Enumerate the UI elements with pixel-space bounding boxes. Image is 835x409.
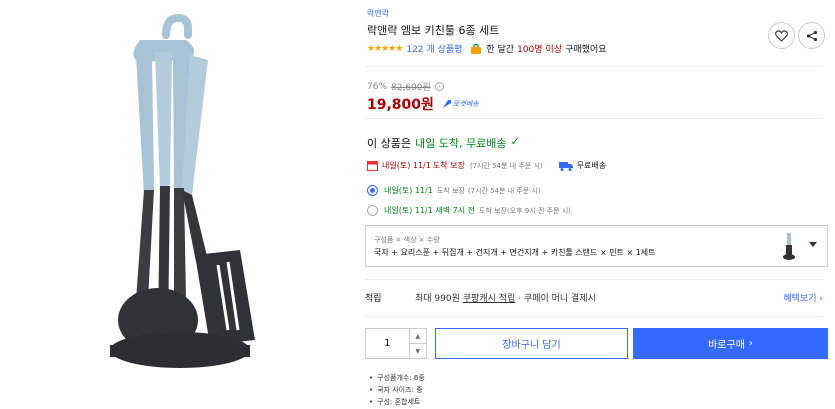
divider (365, 279, 823, 280)
radio-unselected[interactable] (367, 205, 378, 216)
rocket-icon (441, 100, 451, 108)
delivery-date: 내일(토) 11/1 (382, 161, 431, 170)
option-select-label: 구성품 × 색상 × 수량 (374, 236, 440, 244)
points-row: 적립 최대 990원 쿠팡캐시 적립 · 쿠페이 머니 결제시 혜택보기 › (365, 291, 828, 304)
benefits-link[interactable]: 혜택보기 › (783, 291, 823, 304)
info-icon[interactable]: i (434, 82, 444, 91)
chevron-right-icon: › (748, 338, 753, 349)
spec-item: 국자 사이즈: 중 (369, 384, 425, 396)
rocket-badge: 로켓배송 (441, 99, 479, 109)
wishlist-button[interactable] (768, 22, 795, 49)
option-select[interactable]: 구성품 × 색상 × 수량 국자 + 요리스푼 + 뒤집개 + 건지개 + 면건… (365, 225, 828, 267)
option-thumbnail (783, 233, 795, 260)
heart-icon (775, 29, 788, 42)
review-count-link[interactable]: 122 개 상품평 (406, 42, 462, 55)
rating-row: ★★★★★ 122 개 상품평 한 달간 100명 이상 구매했어요 (367, 42, 607, 55)
share-button[interactable] (798, 22, 825, 49)
purchase-suffix: 구매했어요 (565, 45, 607, 55)
shipping-option[interactable]: 내일(토) 11/1 새벽 7시 전 도착 보장 (오후 9시 전 주문 시) (367, 205, 571, 216)
delivery-note: (7시간 54분 내 주문 시) (469, 161, 543, 170)
chevron-down-icon (809, 242, 817, 247)
truck-icon (558, 161, 573, 171)
product-image (110, 13, 255, 368)
rocket-label: 로켓배송 (452, 100, 479, 108)
option-select-value: 국자 + 요리스푼 + 뒤집개 + 건지개 + 면건지개 + 키친툴 스탠드 ×… (374, 248, 656, 257)
product-info-panel: 락앤락 락앤락 엠보 키친툴 6종 세트 ★★★★★ 122 개 상품평 한 달… (365, 0, 835, 409)
calendar-icon (367, 161, 378, 171)
option-guarantee: 도착 보장 (479, 206, 507, 215)
purchase-count: 이상 (545, 45, 563, 55)
price-row: 19,800원 로켓배송 (367, 94, 479, 114)
buy-now-label: 바로구매 (708, 340, 745, 351)
delivery-info: 내일(토) 11/1 도착 보장 (7시간 54분 내 주문 시) 무료배송 (367, 160, 606, 171)
arrival-highlight: 내일 도착, 무료배송 (414, 137, 507, 150)
points-suffix: · 쿠페이 머니 결제시 (518, 294, 596, 304)
delivery-guarantee: 도착 보장 (432, 161, 465, 170)
option-note: (오후 9시 전 주문 시) (507, 206, 571, 215)
option-note: (7시간 54분 내 주문 시) (467, 186, 541, 195)
divider (365, 316, 823, 317)
check-icon: ✓ (510, 135, 520, 148)
product-title: 락앤락 엠보 키친툴 6종 세트 (367, 24, 500, 37)
points-text: 최대 990원 쿠팡캐시 적립 · 쿠페이 머니 결제시 (415, 291, 596, 304)
shipping-option[interactable]: 내일(토) 11/1 도착 보장 (7시간 54분 내 주문 시) (367, 185, 541, 196)
quantity-input[interactable]: 1 (366, 329, 409, 358)
increase-button[interactable]: ▲ (410, 329, 426, 343)
divider (365, 66, 823, 67)
original-price: 82,600원 (391, 83, 431, 93)
purchase-highlight: 100명 (517, 45, 543, 55)
quantity-buttons: ▲ ▼ (408, 329, 426, 358)
brand-link[interactable]: 락앤락 (367, 8, 389, 19)
radio-selected[interactable] (367, 185, 378, 196)
option-date: 내일(토) 11/1 새벽 7시 전 (384, 206, 475, 215)
quantity-stepper[interactable]: 1 ▲ ▼ (365, 328, 427, 359)
points-title: 적립 (365, 294, 382, 304)
divider (365, 118, 823, 119)
arrival-prefix: 이 상품은 (367, 137, 411, 150)
spec-item: 구성품개수: 6종 (369, 372, 425, 384)
bag-icon (471, 43, 482, 54)
add-to-cart-button[interactable]: 장바구니 담기 (435, 328, 628, 359)
discount-row: 76% 82,600원 i (367, 80, 444, 93)
free-shipping: 무료배송 (576, 161, 607, 170)
points-prefix: 최대 990원 (415, 294, 460, 304)
discount-rate: 76% (367, 81, 388, 92)
spec-item: 구성: 혼합세트 (369, 396, 425, 408)
buy-now-button[interactable]: 바로구매 › (633, 328, 828, 359)
option-guarantee: 도착 보장 (436, 186, 465, 195)
spec-list: 구성품개수: 6종 국자 사이즈: 중 구성: 혼합세트 (369, 372, 425, 408)
option-date: 내일(토) 11/1 (384, 186, 433, 195)
sale-price: 19,800원 (367, 97, 434, 113)
decrease-button[interactable]: ▼ (409, 343, 426, 358)
share-icon (806, 30, 817, 41)
purchase-prefix: 한 달간 (486, 45, 515, 55)
rating-stars: ★★★★★ (367, 43, 403, 54)
coupang-cash-link[interactable]: 쿠팡캐시 적립 (463, 294, 516, 304)
arrival-summary: 이 상품은 내일 도착, 무료배송 ✓ (367, 135, 520, 151)
